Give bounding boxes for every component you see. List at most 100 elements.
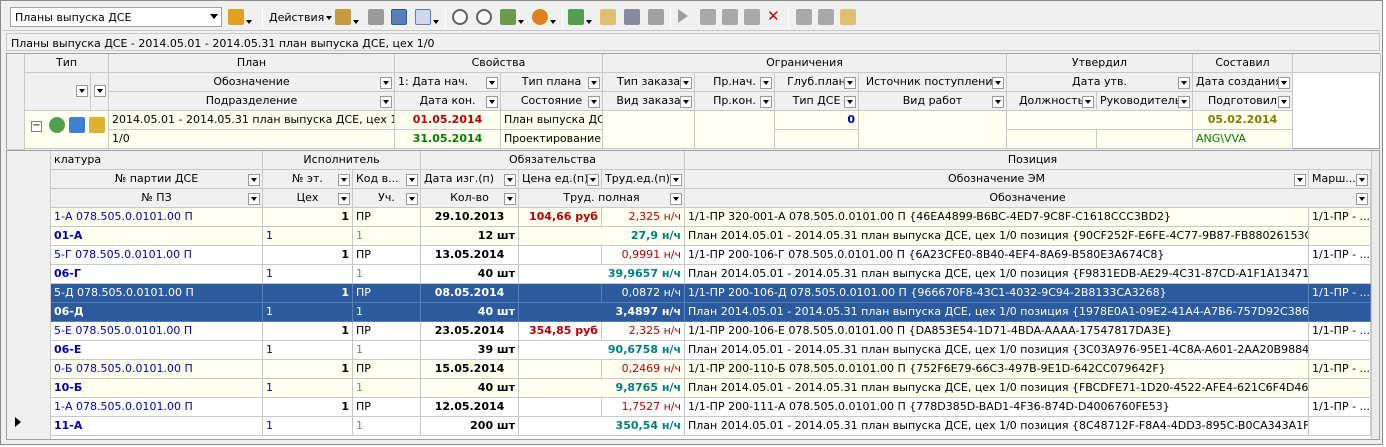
- head-filter[interactable]: Руководитель: [1097, 92, 1193, 111]
- detail-cell-b[interactable]: 11-А: [51, 417, 263, 436]
- detail-cell-uch[interactable]: 1: [353, 341, 421, 360]
- work-kind-filter[interactable]: Вид работ: [859, 92, 1007, 111]
- date-appr-filter[interactable]: Дата утв.: [1007, 73, 1193, 92]
- detail-cell-shop[interactable]: 1: [263, 265, 353, 284]
- plan-state-value[interactable]: Проектирование: [501, 130, 603, 149]
- detail-cell-route-empty[interactable]: [1309, 303, 1371, 322]
- detail-cell-shop[interactable]: 1: [263, 341, 353, 360]
- stage-filter[interactable]: № эт.: [263, 170, 353, 189]
- detail-cell-stage[interactable]: 1: [263, 360, 353, 379]
- detail-cell-stage[interactable]: 1: [263, 246, 353, 265]
- dse-type-filter[interactable]: Тип ДСЕ: [775, 92, 859, 111]
- plan-date-start[interactable]: 01.05.2014: [395, 111, 501, 130]
- detail-cell-route-empty[interactable]: [1309, 341, 1371, 360]
- detail-cell-code[interactable]: ПР: [353, 322, 421, 341]
- doc-button[interactable]: [700, 9, 716, 27]
- detail-cell-route[interactable]: 1/1-ПР - ...: [1309, 360, 1371, 379]
- pr-start-filter[interactable]: Пр.нач.: [695, 73, 775, 92]
- detail-cell-qty[interactable]: 40 шт: [421, 379, 519, 398]
- code-filter[interactable]: Код в...: [353, 170, 421, 189]
- detail-cell-a[interactable]: 5-Г 078.505.0.0101.00 П: [51, 246, 263, 265]
- detail-cell-price[interactable]: [519, 284, 602, 303]
- actions-menu[interactable]: Действия: [269, 11, 333, 24]
- paste-button[interactable]: [368, 9, 384, 27]
- detail-cell-full[interactable]: 9,8765 н/ч: [519, 379, 685, 398]
- columns-button[interactable]: [415, 9, 439, 27]
- detail-cell-des[interactable]: План 2014.05.01 - 2014.05.31 план выпуск…: [685, 417, 1309, 436]
- tool-button[interactable]: [228, 9, 252, 27]
- detail-cell-des[interactable]: План 2014.05.01 - 2014.05.31 план выпуск…: [685, 341, 1309, 360]
- detail-cell-des[interactable]: План 2014.05.01 - 2014.05.31 план выпуск…: [685, 265, 1309, 284]
- detail-cell-route-empty[interactable]: [1309, 417, 1371, 436]
- detail-cell-route[interactable]: 1/1-ПР - ...: [1309, 284, 1371, 303]
- detail-cell-price[interactable]: [519, 398, 602, 417]
- detail-cell-uch[interactable]: 1: [353, 417, 421, 436]
- detail-cell-code[interactable]: ПР: [353, 208, 421, 227]
- date-end-filter[interactable]: Дата кон.: [395, 92, 501, 111]
- detail-scrollbar[interactable]: [1371, 151, 1379, 439]
- detail-cell-code[interactable]: ПР: [353, 246, 421, 265]
- view-combobox[interactable]: Планы выпуска ДСЕ: [10, 7, 222, 27]
- plan-prepared[interactable]: ANG\VVA: [1193, 130, 1293, 149]
- date-created-filter[interactable]: Дата создания: [1193, 73, 1293, 92]
- detail-cell-labor[interactable]: 0,2469 н/ч: [602, 360, 685, 379]
- detail-cell-em[interactable]: 1/1-ПР 320-001-А 078.505.0.0101.00 П {46…: [685, 208, 1309, 227]
- flag-button[interactable]: [818, 9, 834, 27]
- detail-cell-uch[interactable]: 1: [353, 265, 421, 284]
- detail-cell-shop[interactable]: 1: [263, 417, 353, 436]
- detail-cell-a[interactable]: 1-А 078.505.0.0101.00 П: [51, 398, 263, 417]
- detail-cell-price[interactable]: 104,66 руб: [519, 208, 602, 227]
- detail-cell-date[interactable]: 13.05.2014: [421, 246, 519, 265]
- detail-cell-des[interactable]: План 2014.05.01 - 2014.05.31 план выпуск…: [685, 227, 1309, 246]
- detail-cell-stage[interactable]: 1: [263, 398, 353, 417]
- detail-cell-b[interactable]: 06-Д: [51, 303, 263, 322]
- detail-cell-price[interactable]: [519, 360, 602, 379]
- detail-cell-full[interactable]: 90,6758 н/ч: [519, 341, 685, 360]
- detail-cell-em[interactable]: 1/1-ПР 200-106-Е 078.505.0.0101.00 П {DA…: [685, 322, 1309, 341]
- detail-cell-route-empty[interactable]: [1309, 227, 1371, 246]
- batch-filter[interactable]: № партии ДСЕ: [51, 170, 263, 189]
- detail-cell-shop[interactable]: 1: [263, 379, 353, 398]
- detail-cell-b[interactable]: 06-Е: [51, 341, 263, 360]
- type-filter-2[interactable]: [91, 73, 109, 111]
- search-button[interactable]: [452, 9, 468, 27]
- detail-cell-full[interactable]: 350,54 н/ч: [519, 417, 685, 436]
- detail-cell-shop[interactable]: 1: [263, 303, 353, 322]
- division-filter[interactable]: Подразделение: [109, 92, 395, 111]
- play-button[interactable]: [678, 9, 688, 27]
- detail-cell-code[interactable]: ПР: [353, 284, 421, 303]
- detail-cell-route[interactable]: 1/1-ПР - ...: [1309, 398, 1371, 417]
- detail-cell-qty[interactable]: 40 шт: [421, 265, 519, 284]
- dropdown-arrow-icon[interactable]: [210, 14, 218, 19]
- grid-button[interactable]: [391, 9, 407, 27]
- uch-filter[interactable]: Уч.: [353, 189, 421, 208]
- date-mfg-filter[interactable]: Дата изг.(п): [421, 170, 519, 189]
- price-filter[interactable]: Цена ед.(п): [519, 170, 602, 189]
- find-next-button[interactable]: [476, 9, 492, 27]
- plan-depth-value[interactable]: 0: [775, 111, 859, 130]
- detail-cell-em[interactable]: 1/1-ПР 200-110-Б 078.505.0.0101.00 П {75…: [685, 360, 1309, 379]
- detail-cell-labor[interactable]: 0,0872 н/ч: [602, 284, 685, 303]
- plan-division[interactable]: 1/0: [109, 130, 395, 149]
- attach-button[interactable]: [796, 9, 812, 27]
- detail-cell-labor[interactable]: 0,9991 н/ч: [602, 246, 685, 265]
- detail-cell-route[interactable]: 1/1-ПР - ...: [1309, 246, 1371, 265]
- export-button[interactable]: [568, 9, 592, 27]
- detail-cell-labor[interactable]: 1,7527 н/ч: [602, 398, 685, 417]
- detail-cell-b[interactable]: 06-Г: [51, 265, 263, 284]
- doc-edit-button[interactable]: [722, 9, 738, 27]
- doc-next-button[interactable]: [744, 9, 760, 27]
- plan-name[interactable]: 2014.05.01 - 2014.05.31 план выпуска ДСЕ…: [109, 111, 395, 130]
- route-filter[interactable]: Марш...: [1309, 170, 1371, 189]
- detail-cell-qty[interactable]: 200 шт: [421, 417, 519, 436]
- detail-cell-em[interactable]: 1/1-ПР 200-106-Г 078.505.0.0101.00 П {6A…: [685, 246, 1309, 265]
- source-filter[interactable]: Источник поступления: [859, 73, 1007, 92]
- detail-cell-date[interactable]: 08.05.2014: [421, 284, 519, 303]
- detail-cell-em[interactable]: 1/1-ПР 200-106-Д 078.505.0.0101.00 П {96…: [685, 284, 1309, 303]
- detail-cell-em[interactable]: 1/1-ПР 200-111-А 078.505.0.0101.00 П {77…: [685, 398, 1309, 417]
- em-filter[interactable]: Обозначение ЭМ: [685, 170, 1309, 189]
- plan-type-filter[interactable]: Тип плана: [501, 73, 603, 92]
- detail-cell-stage[interactable]: 1: [263, 322, 353, 341]
- detail-cell-stage[interactable]: 1: [263, 208, 353, 227]
- detail-cell-date[interactable]: 23.05.2014: [421, 322, 519, 341]
